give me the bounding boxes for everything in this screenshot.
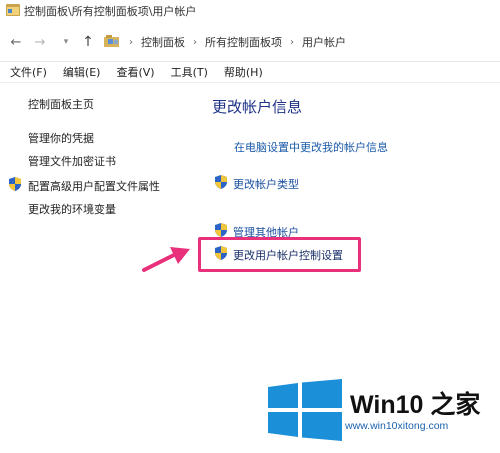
- menu-bar: 文件(F) 编辑(E) 查看(V) 工具(T) 帮助(H): [0, 61, 500, 83]
- breadcrumb-separator-icon: ›: [129, 36, 133, 48]
- menu-help[interactable]: 帮助(H): [224, 64, 263, 80]
- shield-icon: [8, 177, 22, 194]
- menu-file[interactable]: 文件(F): [10, 64, 47, 80]
- watermark-brand: Win10 之家: [350, 391, 481, 419]
- control-panel-folder-icon: [103, 33, 121, 52]
- up-arrow-icon[interactable]: ↑: [80, 34, 96, 50]
- menu-tools[interactable]: 工具(T): [171, 64, 208, 80]
- pointer-arrow-icon: [142, 247, 190, 272]
- forward-arrow-icon[interactable]: →: [32, 34, 48, 50]
- sidebar-item-manage-certificates[interactable]: 管理文件加密证书: [28, 153, 116, 169]
- navigation-bar: ← → ▾ ↑ › 控制面板 › 所有控制面板项 › 用户帐户: [0, 29, 500, 55]
- windows-logo-icon: [268, 379, 342, 441]
- control-panel-icon: [6, 3, 20, 19]
- breadcrumb-control-panel[interactable]: 控制面板: [141, 34, 185, 50]
- window-title-bar: 控制面板\所有控制面板项\用户帐户: [0, 0, 500, 22]
- address-bar[interactable]: › 控制面板 › 所有控制面板项 › 用户帐户: [103, 30, 500, 54]
- sidebar-item-manage-credentials[interactable]: 管理你的凭据: [28, 130, 94, 146]
- breadcrumb-user-accounts[interactable]: 用户帐户: [302, 34, 346, 50]
- window-title: 控制面板\所有控制面板项\用户帐户: [24, 5, 197, 18]
- breadcrumb-all-items[interactable]: 所有控制面板项: [205, 34, 282, 50]
- highlight-box: [198, 237, 361, 272]
- sidebar-item-environment-variables[interactable]: 更改我的环境变量: [28, 201, 116, 217]
- sidebar-item-label: 配置高级用户配置文件属性: [28, 179, 160, 193]
- shield-icon: [214, 175, 228, 192]
- breadcrumb-separator-icon: ›: [193, 36, 197, 48]
- pc-settings-link[interactable]: 在电脑设置中更改我的帐户信息: [234, 139, 388, 155]
- sidebar-item-advanced-profile[interactable]: 配置高级用户配置文件属性: [8, 177, 160, 194]
- menu-edit[interactable]: 编辑(E): [63, 64, 101, 80]
- watermark-url: www.win10xitong.com: [345, 420, 449, 432]
- page-heading: 更改帐户信息: [212, 98, 303, 116]
- recent-locations-chevron-icon[interactable]: ▾: [58, 34, 74, 50]
- breadcrumb-separator-icon: ›: [290, 36, 294, 48]
- change-account-type-link[interactable]: 更改帐户类型: [214, 175, 299, 192]
- task-label: 更改帐户类型: [233, 177, 299, 191]
- menu-view[interactable]: 查看(V): [116, 64, 154, 80]
- back-arrow-icon[interactable]: ←: [8, 34, 24, 50]
- sidebar-home-link[interactable]: 控制面板主页: [28, 96, 94, 112]
